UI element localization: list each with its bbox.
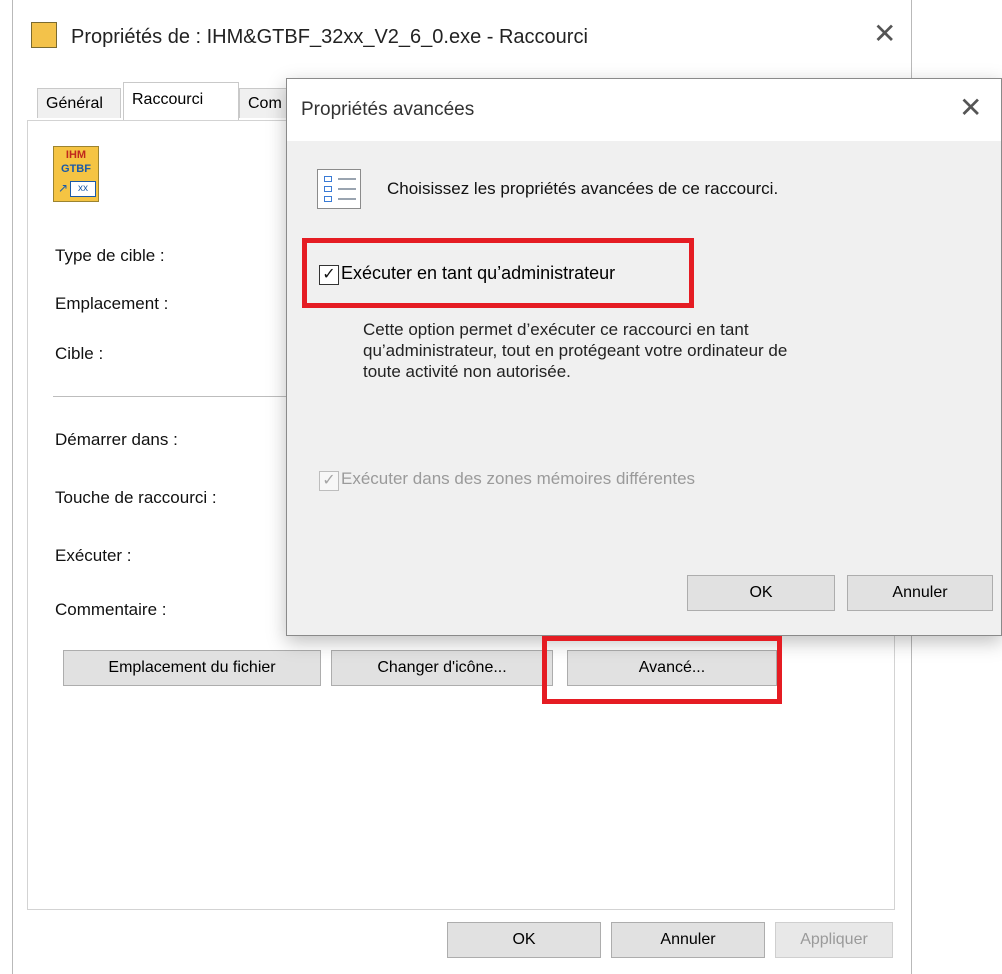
ihm-gtbf-app-icon — [31, 22, 57, 48]
advanced-ok-button[interactable]: OK — [687, 575, 835, 611]
shortcut-key-label: Touche de raccourci : — [55, 488, 217, 507]
run-label: Exécuter : — [55, 546, 132, 565]
close-icon[interactable]: ✕ — [873, 20, 896, 48]
cancel-button[interactable]: Annuler — [611, 922, 765, 958]
description-line: toute activité non autorisée. — [363, 362, 571, 381]
advanced-properties-dialog: Propriétés avancées ✕ Choisissez les pro… — [286, 78, 1002, 636]
advanced-dialog-description: Choisissez les propriétés avancées de ce… — [387, 179, 779, 198]
open-file-location-button[interactable]: Emplacement du fichier — [63, 650, 321, 686]
target-type-label: Type de cible : — [55, 246, 165, 265]
target-label: Cible : — [55, 344, 104, 363]
ok-button[interactable]: OK — [447, 922, 601, 958]
separate-memory-checkbox: ✓ — [319, 471, 339, 491]
shortcut-arrow-icon: ↗ — [58, 181, 69, 195]
properties-titlebar: Propriétés de : IHM&GTBF_32xx_V2_6_0.exe… — [13, 0, 911, 72]
run-as-admin-highlight — [302, 238, 694, 308]
start-in-label: Démarrer dans : — [55, 430, 178, 449]
icon-text-xx: xx — [70, 181, 96, 197]
tab-general[interactable]: Général — [37, 88, 121, 118]
location-label: Emplacement : — [55, 294, 169, 313]
properties-list-icon — [317, 169, 361, 209]
close-icon[interactable]: ✕ — [959, 91, 982, 124]
comment-label: Commentaire : — [55, 600, 167, 619]
advanced-dialog-titlebar: Propriétés avancées ✕ — [287, 79, 1001, 141]
apply-button[interactable]: Appliquer — [775, 922, 893, 958]
separator — [53, 396, 299, 397]
advanced-cancel-button[interactable]: Annuler — [847, 575, 993, 611]
shortcut-app-icon: IHM GTBF ↗ xx — [53, 146, 99, 202]
change-icon-button[interactable]: Changer d'icône... — [331, 650, 553, 686]
tab-raccourci[interactable]: Raccourci — [123, 82, 239, 120]
icon-text-gtbf: GTBF — [61, 163, 91, 175]
description-line: Cette option permet d’exécuter ce raccou… — [363, 320, 749, 339]
icon-text-ihm: IHM — [65, 149, 87, 161]
description-line: qu’administrateur, tout en protégeant vo… — [363, 341, 788, 360]
separate-memory-label: Exécuter dans des zones mémoires différe… — [341, 469, 696, 488]
advanced-dialog-title: Propriétés avancées — [301, 99, 475, 120]
advanced-button-highlight — [542, 636, 782, 704]
window-title: Propriétés de : IHM&GTBF_32xx_V2_6_0.exe… — [71, 26, 588, 48]
run-as-admin-description: Cette option permet d’exécuter ce raccou… — [363, 319, 923, 382]
